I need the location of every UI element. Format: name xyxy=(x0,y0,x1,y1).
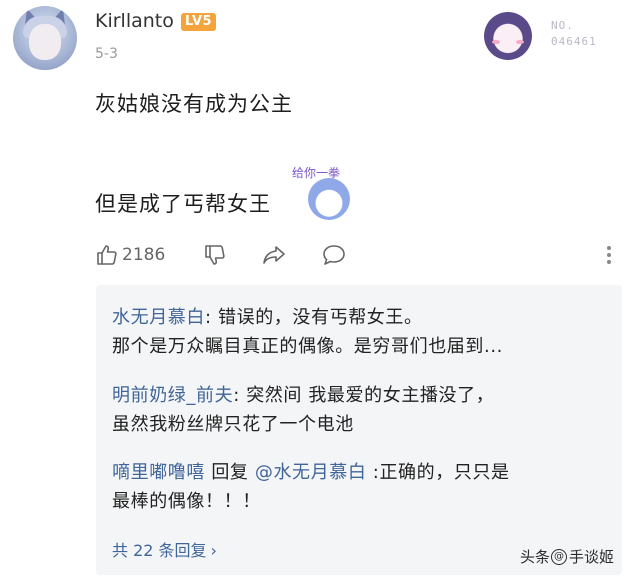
comment-date: 5-3 xyxy=(95,46,118,62)
thumbs-down-icon xyxy=(205,245,225,265)
comment-text-line: 灰姑娘没有成为公主 xyxy=(95,92,293,116)
chevron-right-icon: › xyxy=(210,541,217,560)
like-count: 2186 xyxy=(122,245,166,265)
reply-author[interactable]: 水无月慕白 xyxy=(112,307,205,328)
username[interactable]: Kirllanto xyxy=(95,10,174,32)
reply-text: 突然间 我最爱的女主播没了， xyxy=(246,385,495,406)
replies-total-label: 共 22 条回复 xyxy=(112,541,207,560)
dislike-button[interactable] xyxy=(203,240,227,270)
reply-text: 虽然我粉丝牌只花了一个电池 xyxy=(112,414,354,435)
watermark-name: 手谈姬 xyxy=(569,548,615,566)
reply-line: 明前奶绿_前夫: 突然间 我最爱的女主播没了， xyxy=(112,381,494,410)
more-options-button[interactable] xyxy=(606,244,612,266)
reply-text: 那个是万众瞩目真正的偶像。是穷哥们也届到... xyxy=(112,336,503,357)
reply-item[interactable]: 嘀里嘟噜嘻 回复 @水无月慕白 :正确的，只只是 最棒的偶像！！！ xyxy=(112,458,510,516)
share-arrow-icon xyxy=(263,246,285,264)
reply-button[interactable] xyxy=(321,240,347,270)
watermark-prefix: 头条 xyxy=(520,548,551,566)
replies-panel: 水无月慕白: 错误的，没有丐帮女王。 那个是万众瞩目真正的偶像。是穷哥们也届到.… xyxy=(96,285,622,575)
view-all-replies-link[interactable]: 共 22 条回复 › xyxy=(112,537,217,561)
reply-item[interactable]: 明前奶绿_前夫: 突然间 我最爱的女主播没了， 虽然我粉丝牌只花了一个电池 xyxy=(112,381,494,439)
fan-badge-no-label: NO. xyxy=(551,19,574,32)
blush-mark xyxy=(492,40,500,44)
blush-mark xyxy=(516,40,524,44)
share-button[interactable] xyxy=(261,240,287,270)
reply-author[interactable]: 明前奶绿_前夫 xyxy=(112,385,233,406)
fan-badge-no-value: 046461 xyxy=(551,35,597,48)
reply-item[interactable]: 水无月慕白: 错误的，没有丐帮女王。 那个是万众瞩目真正的偶像。是穷哥们也届到.… xyxy=(112,303,503,361)
reply-text: 正确的，只只是 xyxy=(379,462,510,483)
more-dot-icon xyxy=(607,260,611,264)
fan-badge-avatar[interactable] xyxy=(478,8,538,64)
reply-author[interactable]: 嘀里嘟噜嘻 xyxy=(112,462,205,483)
reply-text: 错误的，没有丐帮女王。 xyxy=(218,307,423,328)
comment-text-line: 但是成了丐帮女王 xyxy=(95,192,271,216)
reply-word: 回复 xyxy=(205,462,255,483)
watermark-at-icon: @ xyxy=(551,548,568,565)
like-button[interactable]: 2186 xyxy=(95,240,165,270)
fan-badge-number: NO. 046461 xyxy=(551,18,597,50)
sticker-image xyxy=(308,178,350,220)
watermark: 头条 @ 手谈姬 xyxy=(520,546,614,567)
reply-line: 水无月慕白: 错误的，没有丐帮女王。 xyxy=(112,303,503,332)
level-badge: LV5 xyxy=(181,13,217,31)
reply-separator: : xyxy=(233,385,247,406)
reply-separator: : xyxy=(205,307,218,328)
avatar-face xyxy=(29,24,61,60)
more-dot-icon xyxy=(607,246,611,250)
more-dot-icon xyxy=(607,253,611,257)
reply-text: 最棒的偶像！！！ xyxy=(112,491,261,512)
thumbs-up-icon xyxy=(97,245,117,265)
fan-badge-face xyxy=(484,12,532,60)
user-avatar[interactable] xyxy=(13,6,77,70)
comment-bubble-icon xyxy=(323,245,345,265)
reply-line: 嘀里嘟噜嘻 回复 @水无月慕白 :正确的，只只是 xyxy=(112,458,510,487)
reply-separator: : xyxy=(366,462,380,483)
sticker-emoji: 给你一拳 xyxy=(292,164,360,226)
reply-mention[interactable]: @水无月慕白 xyxy=(255,462,367,483)
action-bar: 2186 xyxy=(95,240,625,270)
